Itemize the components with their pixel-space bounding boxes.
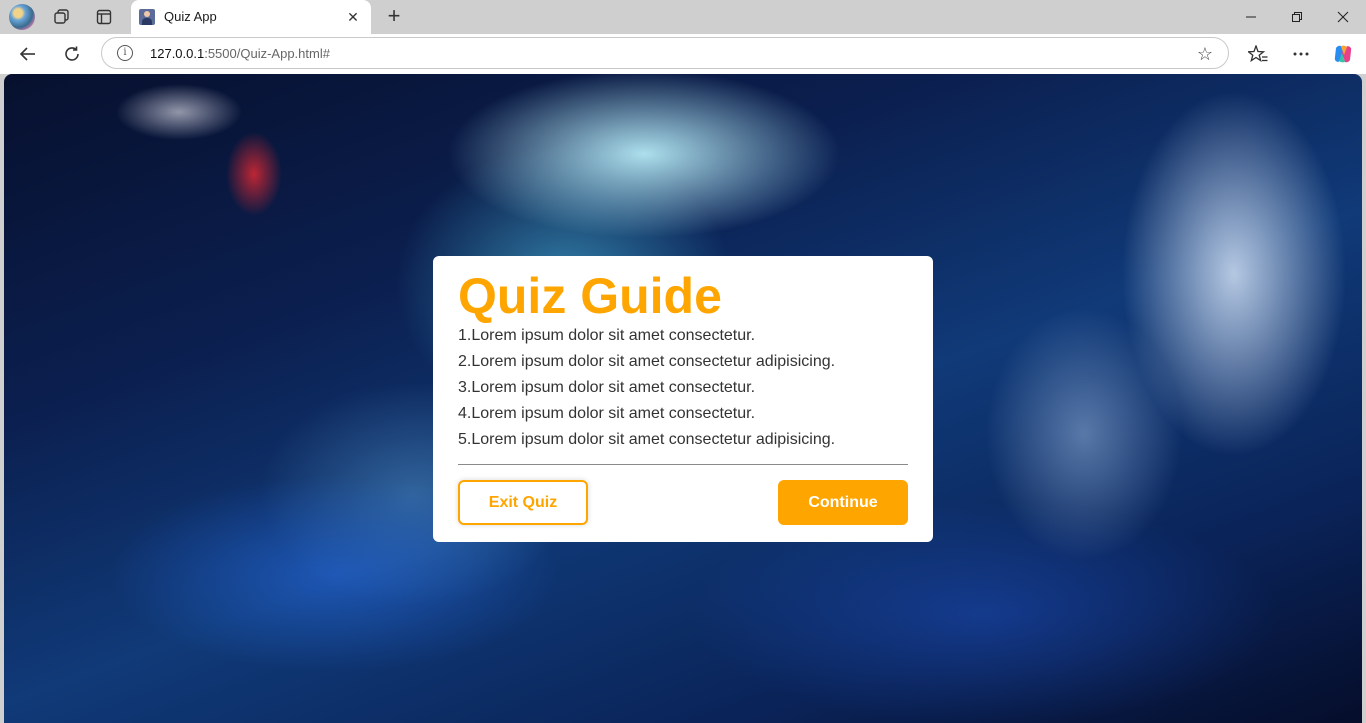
quiz-rule-4: 4.Lorem ipsum dolor sit amet consectetur… (458, 405, 756, 422)
more-icon[interactable] (1287, 40, 1315, 68)
profile-avatar-icon[interactable] (9, 4, 35, 30)
tab-actions-icon[interactable] (92, 5, 116, 29)
url-host: 127.0.0.1 (150, 46, 205, 61)
back-arrow-icon[interactable] (14, 40, 42, 68)
browser-toolbar: i 127.0.0.1:5500/Quiz-App.html# ☆ (0, 34, 1366, 74)
quiz-rule-1: 1.Lorem ipsum dolor sit amet consectetur… (458, 327, 756, 344)
quiz-guide-card: Quiz Guide 1.Lorem ipsum dolor sit amet … (433, 256, 933, 542)
info-icon[interactable]: i (117, 45, 133, 61)
refresh-icon[interactable] (58, 40, 86, 68)
tab-title: Quiz App (164, 9, 217, 24)
restore-icon[interactable] (1274, 0, 1320, 34)
quiz-rule-2: 2.Lorem ipsum dolor sit amet consectetur… (458, 353, 836, 370)
divider (458, 464, 908, 465)
star-icon[interactable]: ☆ (1194, 43, 1216, 65)
close-tab-icon[interactable]: ✕ (343, 7, 363, 27)
quiz-rule-5: 5.Lorem ipsum dolor sit amet consectetur… (458, 431, 836, 448)
quiz-rule-3: 3.Lorem ipsum dolor sit amet consectetur… (458, 379, 756, 396)
page-background: Quiz Guide 1.Lorem ipsum dolor sit amet … (4, 74, 1362, 723)
url-path: :5500/Quiz-App.html# (204, 46, 330, 61)
close-window-icon[interactable] (1320, 0, 1366, 34)
address-bar[interactable]: i 127.0.0.1:5500/Quiz-App.html# ☆ (101, 37, 1229, 69)
tab-favicon-icon (139, 9, 155, 25)
quiz-title: Quiz Guide (458, 268, 722, 324)
new-tab-icon[interactable]: + (382, 5, 406, 29)
favorites-icon[interactable] (1244, 40, 1272, 68)
url-text[interactable]: 127.0.0.1:5500/Quiz-App.html# (150, 46, 330, 61)
continue-button[interactable]: Continue (778, 480, 908, 525)
tab-strip: Quiz App ✕ + (0, 0, 1366, 34)
exit-quiz-button[interactable]: Exit Quiz (458, 480, 588, 525)
copilot-icon[interactable] (1329, 40, 1357, 68)
minimize-icon[interactable] (1228, 0, 1274, 34)
workspaces-icon[interactable] (50, 5, 74, 29)
tab-quiz-app[interactable]: Quiz App ✕ (131, 0, 371, 34)
